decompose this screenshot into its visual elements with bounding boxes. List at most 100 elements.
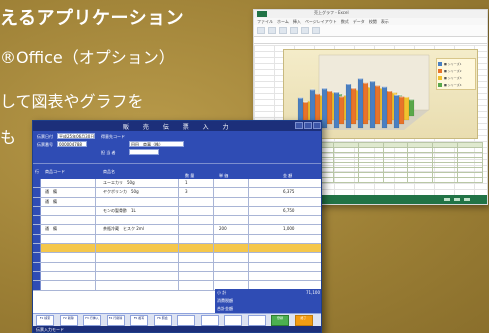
- amount-cell[interactable]: 6,375: [283, 189, 294, 194]
- chart-bar-top: [392, 91, 397, 94]
- function-key-button[interactable]: F1 検索: [36, 315, 54, 326]
- ribbon-tab[interactable]: ホーム: [277, 19, 289, 25]
- amount-cell[interactable]: 6,750: [283, 208, 294, 213]
- table-row[interactable]: モンの聖骨酢 1L 6,750: [33, 206, 321, 217]
- table-cell[interactable]: [407, 177, 434, 183]
- grid-divider: [248, 253, 249, 262]
- legend-swatch: [438, 61, 442, 66]
- grid-divider: [178, 262, 179, 271]
- function-key-button[interactable]: F4 行削除: [106, 315, 125, 326]
- grid-divider: [95, 216, 96, 225]
- table-row[interactable]: [33, 234, 321, 245]
- maximize-icon[interactable]: [304, 122, 312, 129]
- view-layout-icon[interactable]: [454, 198, 460, 201]
- formula-bar[interactable]: [254, 37, 487, 44]
- product-name-cell[interactable]: ヤクボリンカ 50g: [103, 189, 139, 195]
- chart-bar-top: [315, 92, 320, 95]
- ribbon-button[interactable]: [301, 27, 309, 34]
- chart-bar-top: [382, 85, 387, 88]
- row-number: [33, 271, 41, 281]
- table-row[interactable]: [33, 262, 321, 272]
- function-key-button[interactable]: [177, 315, 195, 326]
- grid-divider: [213, 234, 214, 244]
- chart-bar-top: [327, 90, 332, 92]
- product-code-cell[interactable]: 通 備: [45, 226, 57, 232]
- amount-cell[interactable]: 1,000: [283, 226, 294, 231]
- table-cell[interactable]: [432, 177, 459, 183]
- chart-bar: [369, 81, 376, 129]
- ribbon-button[interactable]: [257, 27, 265, 34]
- grid-divider: [248, 244, 249, 253]
- grid-header: 行 商品コード 商品名 数 量 単 価 金 額: [33, 163, 321, 179]
- app-title: 販 売 伝 票 入 力: [123, 124, 235, 131]
- table-cell[interactable]: [382, 177, 409, 183]
- zoom-slider-icon[interactable]: [464, 198, 470, 201]
- function-key-button[interactable]: [224, 315, 242, 326]
- ribbon-button[interactable]: [279, 27, 287, 34]
- slip-no-field[interactable]: 000004788: [57, 141, 87, 147]
- table-row[interactable]: 通 備 茶瓶冷蔵 ヒスク 2ml 200 1,000: [33, 225, 321, 235]
- table-row[interactable]: [33, 271, 321, 282]
- grid-divider: [178, 244, 179, 253]
- grid-divider: [248, 197, 249, 206]
- chart-bar: [393, 94, 400, 129]
- product-name-cell[interactable]: 茶瓶冷蔵 ヒスク 2ml: [103, 226, 144, 232]
- product-code-cell[interactable]: 通 備: [45, 199, 57, 205]
- detail-grid[interactable]: ユーエカリ 50g 1 通 備ヤクボリンカ 50g 3 6,375 通 備モンの聖骨酢 1…: [33, 179, 321, 291]
- row-number: [33, 262, 41, 271]
- function-key-button[interactable]: F2 削除: [59, 315, 78, 326]
- ribbon-tab[interactable]: 挿入: [293, 19, 301, 25]
- table-cell[interactable]: [457, 177, 483, 183]
- quantity-cell[interactable]: 1: [185, 180, 188, 185]
- table-row[interactable]: [33, 244, 321, 254]
- grid-divider: [95, 281, 96, 290]
- table-row[interactable]: ユーエカリ 50g 1: [33, 179, 321, 189]
- grid-divider: [248, 188, 249, 197]
- function-key-button[interactable]: 終了: [294, 315, 313, 326]
- total-label: 合計金額: [217, 306, 233, 311]
- function-key-button[interactable]: F3 行挿入: [83, 315, 101, 326]
- product-code-cell[interactable]: 通 備: [45, 189, 57, 195]
- function-key-button[interactable]: [200, 315, 219, 326]
- table-cell[interactable]: [357, 177, 384, 183]
- function-key-button[interactable]: 登録: [271, 315, 289, 326]
- table-row[interactable]: [33, 216, 321, 226]
- chart-bar-top: [334, 91, 339, 94]
- minimize-icon[interactable]: [295, 122, 303, 129]
- legend-label: ■ シリーズ1: [444, 61, 462, 66]
- ribbon-button[interactable]: [312, 27, 320, 34]
- chart-bar-top: [375, 84, 380, 87]
- slip-date-field[interactable]: 平成25年06月30日: [57, 133, 95, 139]
- ribbon-tab[interactable]: 数式: [341, 19, 349, 25]
- ribbon-tab[interactable]: ページレイアウト: [305, 19, 337, 25]
- product-name-cell[interactable]: モンの聖骨酢 1L: [103, 208, 136, 214]
- function-key-button[interactable]: [247, 315, 266, 326]
- table-row[interactable]: 通 備: [33, 197, 321, 207]
- function-key-button[interactable]: F5 複写: [130, 315, 148, 326]
- ribbon-button[interactable]: [290, 27, 298, 34]
- ribbon-tab[interactable]: 表示: [381, 19, 389, 25]
- product-name-cell[interactable]: ユーエカリ 50g: [103, 180, 135, 186]
- grid-header-cell: 行: [35, 169, 39, 174]
- ribbon-tab[interactable]: データ: [353, 19, 365, 25]
- close-icon[interactable]: [313, 122, 321, 129]
- chart-bar-top: [370, 80, 375, 83]
- table-row[interactable]: [33, 253, 321, 263]
- legend-item: ■ シリーズ2: [438, 67, 474, 74]
- function-key-button[interactable]: F6 照会: [153, 315, 172, 326]
- chart-bar-top: [339, 95, 344, 98]
- view-normal-icon[interactable]: [444, 198, 450, 201]
- ribbon-tab[interactable]: 校閲: [369, 19, 377, 25]
- table-cell[interactable]: [332, 177, 359, 183]
- ribbon-tab[interactable]: ファイル: [257, 19, 273, 25]
- table-row[interactable]: 通 備 ヤクボリンカ 50g 3 6,375: [33, 188, 321, 198]
- staff-field[interactable]: [129, 149, 159, 155]
- quantity-cell[interactable]: 3: [185, 189, 188, 194]
- unit-price-cell[interactable]: 200: [219, 226, 227, 231]
- grid-divider: [95, 244, 96, 253]
- chart-bar: [403, 96, 410, 121]
- sales-entry-window[interactable]: 販 売 伝 票 入 力 伝票日付 平成25年06月30日 伝票番号 000004…: [32, 120, 322, 333]
- chart-bar: [338, 96, 345, 125]
- ribbon-button[interactable]: [268, 27, 276, 34]
- customer-name-field[interactable]: 田田 商事（株）: [129, 141, 184, 147]
